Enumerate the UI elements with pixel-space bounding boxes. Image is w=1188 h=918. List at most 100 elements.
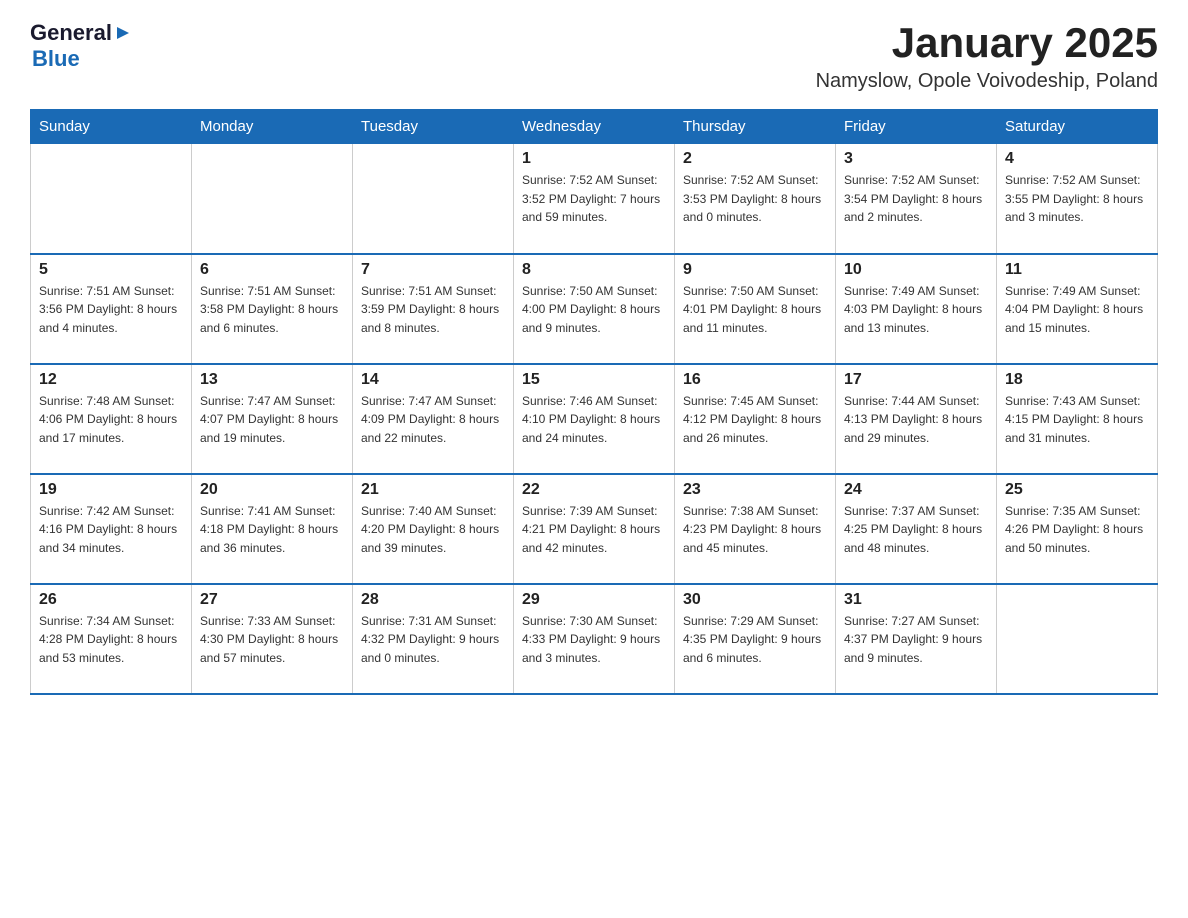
calendar-cell — [192, 144, 353, 254]
day-number: 15 — [522, 371, 666, 389]
day-number: 20 — [200, 481, 344, 499]
day-number: 1 — [522, 150, 666, 168]
day-info: Sunrise: 7:44 AM Sunset: 4:13 PM Dayligh… — [844, 392, 988, 448]
day-info: Sunrise: 7:47 AM Sunset: 4:09 PM Dayligh… — [361, 392, 505, 448]
calendar-cell: 2 Sunrise: 7:52 AM Sunset: 3:53 PM Daylig… — [675, 144, 836, 254]
calendar-cell: 18Sunrise: 7:43 AM Sunset: 4:15 PM Dayli… — [997, 364, 1158, 474]
calendar-table: SundayMondayTuesdayWednesdayThursdayFrid… — [30, 109, 1158, 695]
logo: General Blue — [30, 20, 131, 72]
day-info: Sunrise: 7:34 AM Sunset: 4:28 PM Dayligh… — [39, 612, 183, 668]
location-title: Namyslow, Opole Voivodeship, Poland — [816, 70, 1158, 93]
day-number: 14 — [361, 371, 505, 389]
day-info: Sunrise: 7:38 AM Sunset: 4:23 PM Dayligh… — [683, 502, 827, 558]
day-info: Sunrise: 7:52 AM Sunset: 3:53 PM Dayligh… — [683, 171, 827, 227]
day-number: 10 — [844, 261, 988, 279]
calendar-cell: 24 Sunrise: 7:37 AM Sunset: 4:25 PM Dayli… — [836, 474, 997, 584]
calendar-cell: 23Sunrise: 7:38 AM Sunset: 4:23 PM Dayli… — [675, 474, 836, 584]
calendar-cell: 8 Sunrise: 7:50 AM Sunset: 4:00 PM Daylig… — [514, 254, 675, 364]
day-number: 19 — [39, 481, 183, 499]
day-info: Sunrise: 7:50 AM Sunset: 4:01 PM Dayligh… — [683, 282, 827, 338]
page-header: General Blue January 2025 Namyslow, Opol… — [30, 20, 1158, 93]
calendar-cell: 27 Sunrise: 7:33 AM Sunset: 4:30 PM Dayli… — [192, 584, 353, 694]
day-info: Sunrise: 7:52 AM Sunset: 3:52 PM Dayligh… — [522, 171, 666, 227]
day-info: Sunrise: 7:30 AM Sunset: 4:33 PM Dayligh… — [522, 612, 666, 668]
day-info: Sunrise: 7:40 AM Sunset: 4:20 PM Dayligh… — [361, 502, 505, 558]
day-info: Sunrise: 7:51 AM Sunset: 3:56 PM Dayligh… — [39, 282, 183, 338]
calendar-cell: 22Sunrise: 7:39 AM Sunset: 4:21 PM Dayli… — [514, 474, 675, 584]
day-number: 24 — [844, 481, 988, 499]
day-number: 9 — [683, 261, 827, 279]
day-number: 17 — [844, 371, 988, 389]
calendar-week-3: 12 Sunrise: 7:48 AM Sunset: 4:06 PM Dayli… — [31, 364, 1158, 474]
calendar-cell: 15Sunrise: 7:46 AM Sunset: 4:10 PM Dayli… — [514, 364, 675, 474]
weekday-header-monday: Monday — [192, 110, 353, 144]
calendar-cell: 25 Sunrise: 7:35 AM Sunset: 4:26 PM Dayli… — [997, 474, 1158, 584]
day-number: 28 — [361, 591, 505, 609]
day-number: 26 — [39, 591, 183, 609]
day-info: Sunrise: 7:49 AM Sunset: 4:04 PM Dayligh… — [1005, 282, 1149, 338]
calendar-cell: 17 Sunrise: 7:44 AM Sunset: 4:13 PM Dayli… — [836, 364, 997, 474]
calendar-week-2: 5 Sunrise: 7:51 AM Sunset: 3:56 PM Daylig… — [31, 254, 1158, 364]
calendar-cell: 14 Sunrise: 7:47 AM Sunset: 4:09 PM Dayli… — [353, 364, 514, 474]
calendar-week-4: 19 Sunrise: 7:42 AM Sunset: 4:16 PM Dayli… — [31, 474, 1158, 584]
calendar-cell: 1 Sunrise: 7:52 AM Sunset: 3:52 PM Daylig… — [514, 144, 675, 254]
day-number: 12 — [39, 371, 183, 389]
calendar-cell: 11 Sunrise: 7:49 AM Sunset: 4:04 PM Dayli… — [997, 254, 1158, 364]
calendar-week-1: 1 Sunrise: 7:52 AM Sunset: 3:52 PM Daylig… — [31, 144, 1158, 254]
day-info: Sunrise: 7:42 AM Sunset: 4:16 PM Dayligh… — [39, 502, 183, 558]
day-number: 13 — [200, 371, 344, 389]
day-number: 11 — [1005, 261, 1149, 279]
day-number: 2 — [683, 150, 827, 168]
day-info: Sunrise: 7:47 AM Sunset: 4:07 PM Dayligh… — [200, 392, 344, 448]
weekday-header-saturday: Saturday — [997, 110, 1158, 144]
weekday-header-wednesday: Wednesday — [514, 110, 675, 144]
calendar-cell: 30 Sunrise: 7:29 AM Sunset: 4:35 PM Dayli… — [675, 584, 836, 694]
day-info: Sunrise: 7:51 AM Sunset: 3:59 PM Dayligh… — [361, 282, 505, 338]
day-number: 5 — [39, 261, 183, 279]
calendar-cell — [997, 584, 1158, 694]
day-number: 6 — [200, 261, 344, 279]
day-info: Sunrise: 7:52 AM Sunset: 3:54 PM Dayligh… — [844, 171, 988, 227]
day-info: Sunrise: 7:51 AM Sunset: 3:58 PM Dayligh… — [200, 282, 344, 338]
day-number: 7 — [361, 261, 505, 279]
day-number: 16 — [683, 371, 827, 389]
title-block: January 2025 Namyslow, Opole Voivodeship… — [816, 20, 1158, 93]
day-number: 4 — [1005, 150, 1149, 168]
calendar-cell: 26 Sunrise: 7:34 AM Sunset: 4:28 PM Dayli… — [31, 584, 192, 694]
day-number: 27 — [200, 591, 344, 609]
day-number: 30 — [683, 591, 827, 609]
day-info: Sunrise: 7:29 AM Sunset: 4:35 PM Dayligh… — [683, 612, 827, 668]
day-info: Sunrise: 7:37 AM Sunset: 4:25 PM Dayligh… — [844, 502, 988, 558]
day-info: Sunrise: 7:31 AM Sunset: 4:32 PM Dayligh… — [361, 612, 505, 668]
calendar-cell: 20Sunrise: 7:41 AM Sunset: 4:18 PM Dayli… — [192, 474, 353, 584]
calendar-cell: 16Sunrise: 7:45 AM Sunset: 4:12 PM Dayli… — [675, 364, 836, 474]
weekday-header-sunday: Sunday — [31, 110, 192, 144]
day-info: Sunrise: 7:50 AM Sunset: 4:00 PM Dayligh… — [522, 282, 666, 338]
weekday-header-friday: Friday — [836, 110, 997, 144]
calendar-cell: 10 Sunrise: 7:49 AM Sunset: 4:03 PM Dayli… — [836, 254, 997, 364]
day-number: 25 — [1005, 481, 1149, 499]
day-info: Sunrise: 7:52 AM Sunset: 3:55 PM Dayligh… — [1005, 171, 1149, 227]
calendar-cell: 19 Sunrise: 7:42 AM Sunset: 4:16 PM Dayli… — [31, 474, 192, 584]
day-number: 21 — [361, 481, 505, 499]
calendar-cell: 12 Sunrise: 7:48 AM Sunset: 4:06 PM Dayli… — [31, 364, 192, 474]
day-number: 29 — [522, 591, 666, 609]
weekday-header-tuesday: Tuesday — [353, 110, 514, 144]
calendar-cell: 4 Sunrise: 7:52 AM Sunset: 3:55 PM Daylig… — [997, 144, 1158, 254]
calendar-cell: 6 Sunrise: 7:51 AM Sunset: 3:58 PM Daylig… — [192, 254, 353, 364]
weekday-header-row: SundayMondayTuesdayWednesdayThursdayFrid… — [31, 110, 1158, 144]
day-info: Sunrise: 7:49 AM Sunset: 4:03 PM Dayligh… — [844, 282, 988, 338]
weekday-header-thursday: Thursday — [675, 110, 836, 144]
calendar-week-5: 26 Sunrise: 7:34 AM Sunset: 4:28 PM Dayli… — [31, 584, 1158, 694]
calendar-cell — [31, 144, 192, 254]
day-number: 18 — [1005, 371, 1149, 389]
logo-general-text: General — [30, 20, 112, 46]
calendar-cell: 28 Sunrise: 7:31 AM Sunset: 4:32 PM Dayli… — [353, 584, 514, 694]
day-info: Sunrise: 7:35 AM Sunset: 4:26 PM Dayligh… — [1005, 502, 1149, 558]
calendar-cell — [353, 144, 514, 254]
day-number: 8 — [522, 261, 666, 279]
calendar-cell: 7 Sunrise: 7:51 AM Sunset: 3:59 PM Daylig… — [353, 254, 514, 364]
calendar-cell: 13 Sunrise: 7:47 AM Sunset: 4:07 PM Dayli… — [192, 364, 353, 474]
day-info: Sunrise: 7:33 AM Sunset: 4:30 PM Dayligh… — [200, 612, 344, 668]
day-info: Sunrise: 7:48 AM Sunset: 4:06 PM Dayligh… — [39, 392, 183, 448]
